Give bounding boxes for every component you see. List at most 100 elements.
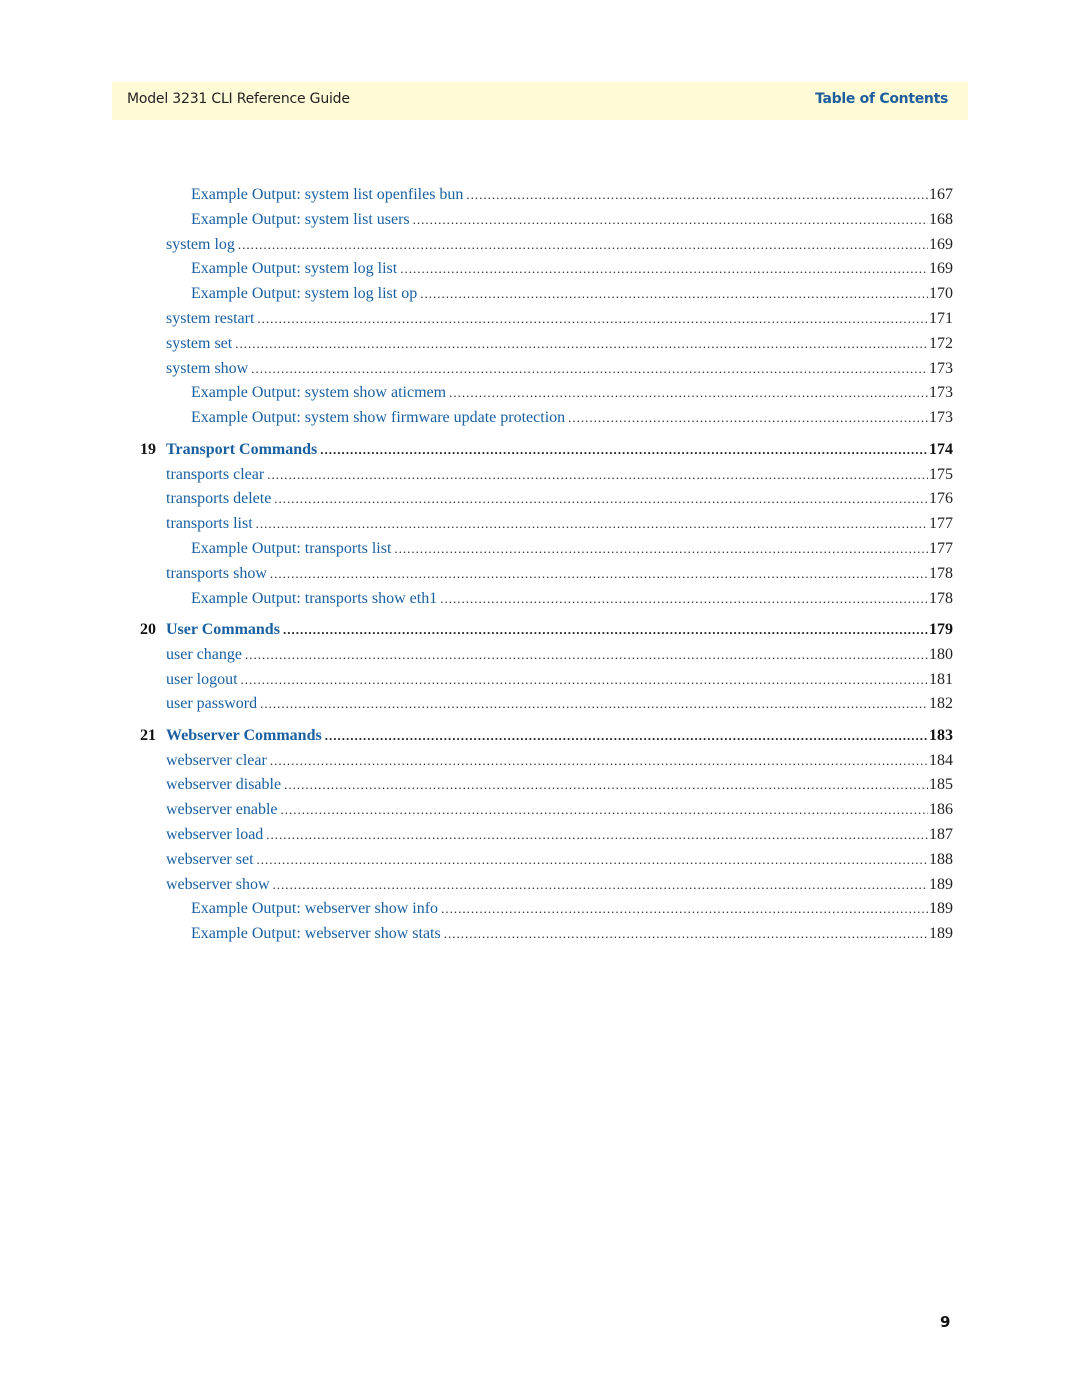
toc-entry-label[interactable]: webserver set	[166, 851, 254, 869]
toc-page-number[interactable]: 178	[929, 565, 953, 583]
toc-page-number[interactable]: 170	[929, 285, 953, 303]
toc-page-number[interactable]: 180	[929, 646, 953, 664]
toc-entry[interactable]: Example Output: system show firmware upd…	[191, 409, 953, 431]
toc-page-number[interactable]: 178	[929, 590, 953, 608]
toc-entry-label[interactable]: Example Output: system show firmware upd…	[191, 409, 565, 427]
toc-entry-label[interactable]: webserver clear	[166, 752, 267, 770]
toc-page-number[interactable]: 173	[929, 409, 953, 427]
chapter-number: 19	[140, 441, 156, 458]
toc-page-number[interactable]: 169	[929, 260, 953, 278]
toc-page-number[interactable]: 185	[929, 776, 953, 794]
toc-entry[interactable]: Example Output: system log list.........…	[191, 260, 953, 282]
toc-page-number[interactable]: 189	[929, 876, 953, 894]
toc-entry-label[interactable]: system set	[166, 335, 232, 353]
toc-entry[interactable]: webserver set...........................…	[166, 851, 953, 873]
toc-page-number[interactable]: 174	[929, 441, 953, 459]
toc-page-number[interactable]: 175	[929, 466, 953, 484]
toc-page-number[interactable]: 181	[929, 671, 953, 689]
toc-entry[interactable]: webserver clear.........................…	[166, 752, 953, 774]
dot-leader: ........................................…	[257, 311, 928, 326]
toc-entry-label[interactable]: user logout	[166, 671, 238, 689]
toc-entry-label[interactable]: User Commands	[166, 621, 280, 639]
toc-page-number[interactable]: 176	[929, 490, 953, 508]
toc-entry[interactable]: webserver disable.......................…	[166, 776, 953, 798]
toc-entry[interactable]: user change.............................…	[166, 646, 953, 668]
toc-entry-label[interactable]: Example Output: transports show eth1	[191, 590, 437, 608]
toc-entry-label[interactable]: user password	[166, 695, 257, 713]
toc-page-number[interactable]: 168	[929, 211, 953, 229]
toc-page-number[interactable]: 171	[929, 310, 953, 328]
toc-entry-label[interactable]: webserver disable	[166, 776, 281, 794]
toc-entry-label[interactable]: Example Output: webserver show info	[191, 900, 438, 918]
toc-entry-label[interactable]: Example Output: system log list	[191, 260, 397, 278]
toc-entry-label[interactable]: Example Output: system list users	[191, 211, 410, 229]
toc-page-number[interactable]: 172	[929, 335, 953, 353]
toc-entry[interactable]: Example Output: system list openfiles bu…	[191, 186, 953, 208]
toc-entry[interactable]: Example Output: system log list op......…	[191, 285, 953, 307]
toc-entry[interactable]: Example Output: system list users.......…	[191, 211, 953, 233]
toc-page-number[interactable]: 177	[929, 515, 953, 533]
toc-page-number[interactable]: 182	[929, 695, 953, 713]
toc-entry-label[interactable]: system log	[166, 236, 235, 254]
toc-page-number[interactable]: 173	[929, 360, 953, 378]
toc-page-number[interactable]: 189	[929, 900, 953, 918]
toc-entry-label[interactable]: Example Output: webserver show stats	[191, 925, 441, 943]
toc-entry-label[interactable]: Example Output: system log list op	[191, 285, 417, 303]
toc-entry-label[interactable]: Transport Commands	[166, 441, 317, 459]
toc-page-number[interactable]: 183	[929, 727, 953, 745]
toc-entry[interactable]: Example Output: system show aticmem.....…	[191, 384, 953, 406]
toc-page-number[interactable]: 184	[929, 752, 953, 770]
toc-entry-label[interactable]: Webserver Commands	[166, 727, 322, 745]
toc-entry[interactable]: system restart..........................…	[166, 310, 953, 332]
toc-entry-label[interactable]: Example Output: transports list	[191, 540, 391, 558]
toc-entry[interactable]: system log..............................…	[166, 236, 953, 258]
toc-entry[interactable]: webserver load..........................…	[166, 826, 953, 848]
dot-leader: ........................................…	[420, 286, 928, 301]
toc-entry[interactable]: Example Output: transports list.........…	[191, 540, 953, 562]
toc-page-number[interactable]: 173	[929, 384, 953, 402]
toc-entry[interactable]: Example Output: webserver show info.....…	[191, 900, 953, 922]
toc-page-number[interactable]: 189	[929, 925, 953, 943]
toc-page-number[interactable]: 186	[929, 801, 953, 819]
toc-entry-label[interactable]: Example Output: system list openfiles bu…	[191, 186, 463, 204]
toc-chapter-entry[interactable]: 20 User Commands.........................…	[140, 621, 953, 643]
toc-page-number[interactable]: 188	[929, 851, 953, 869]
dot-leader: ........................................…	[269, 753, 928, 768]
toc-entry[interactable]: webserver show..........................…	[166, 876, 953, 898]
toc-page-number[interactable]: 169	[929, 236, 953, 254]
dot-leader: ........................................…	[280, 802, 929, 817]
toc-entry-label[interactable]: user change	[166, 646, 242, 664]
dot-leader: ........................................…	[441, 901, 928, 916]
toc-entry[interactable]: Example Output: webserver show stats....…	[191, 925, 953, 947]
toc-chapter-entry[interactable]: 21 Webserver Commands....................…	[140, 727, 953, 749]
toc-entry-label[interactable]: system restart	[166, 310, 254, 328]
toc-page-number[interactable]: 187	[929, 826, 953, 844]
toc-entry[interactable]: system set..............................…	[166, 335, 953, 357]
toc-entry[interactable]: transports show.........................…	[166, 565, 953, 587]
page-number: 9	[940, 1313, 951, 1331]
toc-entry-label[interactable]: webserver enable	[166, 801, 278, 819]
dot-leader: ........................................…	[244, 647, 928, 662]
page-header: Model 3231 CLI Reference Guide Table of …	[112, 82, 968, 120]
toc-entry[interactable]: Example Output: transports show eth1....…	[191, 590, 953, 612]
toc-entry[interactable]: webserver enable........................…	[166, 801, 953, 823]
toc-entry[interactable]: user logout.............................…	[166, 671, 953, 693]
toc-entry-label[interactable]: transports clear	[166, 466, 264, 484]
toc-entry[interactable]: user password...........................…	[166, 695, 953, 717]
toc-entry-label[interactable]: transports delete	[166, 490, 271, 508]
toc-page-number[interactable]: 179	[929, 621, 953, 639]
toc-page-number[interactable]: 167	[929, 186, 953, 204]
dot-leader: ........................................…	[400, 261, 928, 276]
toc-entry-label[interactable]: transports show	[166, 565, 267, 583]
toc-entry[interactable]: system show.............................…	[166, 360, 953, 382]
toc-page-number[interactable]: 177	[929, 540, 953, 558]
toc-entry[interactable]: transports clear........................…	[166, 466, 953, 488]
toc-entry-label[interactable]: webserver show	[166, 876, 270, 894]
toc-entry-label[interactable]: system show	[166, 360, 248, 378]
toc-chapter-entry[interactable]: 19 Transport Commands....................…	[140, 441, 953, 463]
toc-entry[interactable]: transports list.........................…	[166, 515, 953, 537]
toc-entry-label[interactable]: transports list	[166, 515, 253, 533]
toc-entry-label[interactable]: Example Output: system show aticmem	[191, 384, 446, 402]
toc-entry[interactable]: transports delete.......................…	[166, 490, 953, 512]
toc-entry-label[interactable]: webserver load	[166, 826, 263, 844]
